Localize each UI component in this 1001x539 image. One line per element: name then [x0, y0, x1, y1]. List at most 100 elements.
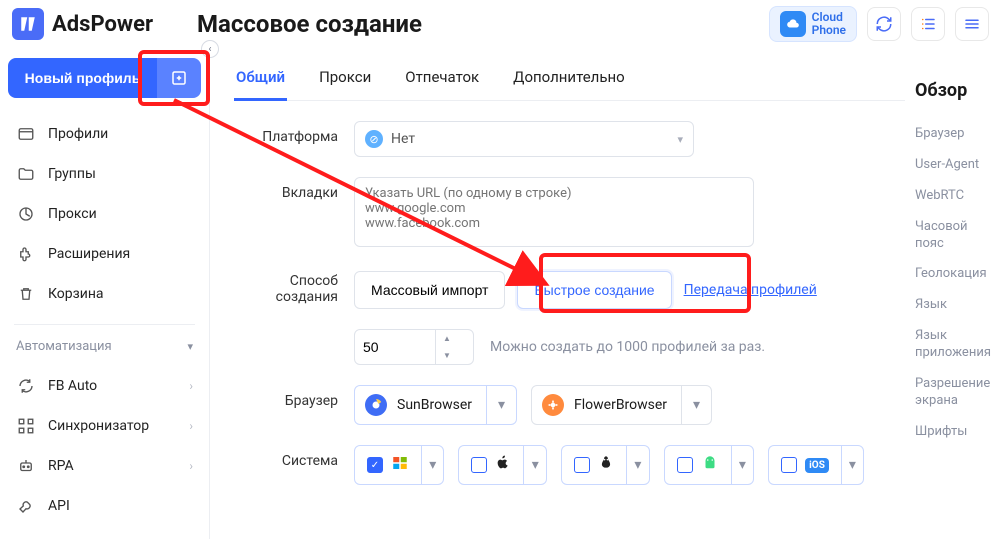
overview-item[interactable]: User-Agent	[915, 150, 993, 181]
chevron-right-icon: ›	[189, 459, 193, 473]
linux-icon	[598, 454, 614, 476]
page-title: Массовое создание	[197, 10, 422, 38]
system-label: Система	[234, 445, 354, 469]
browser-flower[interactable]: FlowerBrowser ▾	[531, 385, 712, 425]
overview-item[interactable]: Шрифты	[915, 417, 993, 448]
android-icon	[701, 454, 719, 476]
quantity-hint: Можно создать до 1000 профилей за раз.	[490, 339, 765, 355]
header: AdsPower Массовое создание Cloud Phone	[0, 0, 1001, 48]
windows-icon	[391, 454, 409, 476]
puzzle-icon	[16, 244, 36, 264]
nav-rpa[interactable]: RPA ›	[0, 446, 209, 486]
os-ios[interactable]: iOS ▾	[768, 445, 864, 485]
method-quick-create[interactable]: Быстрое создание	[517, 271, 671, 309]
overview-panel: Обзор Браузер User-Agent WebRTC Часовой …	[905, 60, 1001, 539]
tabs-url-label: Вкладки	[234, 177, 354, 201]
nav-synchronizer[interactable]: Синхронизатор ›	[0, 406, 209, 446]
overview-item[interactable]: Язык	[915, 290, 993, 321]
robot-icon	[16, 456, 36, 476]
nav-extensions[interactable]: Расширения	[0, 234, 209, 274]
cloud-phone-button[interactable]: Cloud Phone	[769, 6, 857, 42]
nav-label: API	[48, 498, 70, 514]
platform-none-icon: ⊘	[365, 130, 383, 148]
sidebar-collapse-button[interactable]: ‹	[201, 40, 219, 58]
nav-section-automation[interactable]: Автоматизация ▾	[0, 331, 209, 362]
platform-value: Нет	[391, 131, 415, 147]
overview-item[interactable]: Язык приложения	[915, 321, 993, 369]
chevron-right-icon: ›	[189, 419, 193, 433]
method-mass-import[interactable]: Массовый импорт	[354, 271, 505, 309]
quantity-stepper[interactable]: ▲ ▼	[354, 329, 474, 365]
header-actions: Cloud Phone	[769, 6, 989, 42]
new-profile-plus-button[interactable]	[157, 58, 201, 98]
os-android[interactable]: ▾	[664, 445, 754, 485]
quantity-up[interactable]: ▲	[436, 330, 458, 347]
nav-primary: Профили Группы Прокси Расширения Корзина	[0, 110, 209, 318]
nav-api[interactable]: API	[0, 486, 209, 526]
nav-label: Профили	[48, 126, 108, 142]
nav-proxy[interactable]: Прокси	[0, 194, 209, 234]
overview-item[interactable]: Разрешение экрана	[915, 369, 993, 417]
method-label: Способ создания	[234, 271, 354, 305]
wrench-icon	[16, 496, 36, 516]
sync-grid-icon	[16, 416, 36, 436]
platform-label: Платформа	[234, 121, 354, 145]
os-android-dropdown[interactable]: ▾	[731, 446, 753, 484]
os-macos[interactable]: ▾	[458, 445, 547, 485]
tabs-url-input[interactable]	[354, 177, 754, 247]
checkbox-icon	[677, 457, 693, 473]
browser-sun-dropdown[interactable]: ▾	[486, 386, 516, 424]
tabs: Общий Прокси Отпечаток Дополнительно	[234, 60, 905, 101]
os-linux[interactable]: ▾	[561, 445, 650, 485]
list-button[interactable]	[911, 7, 945, 41]
sunbrowser-icon	[365, 394, 387, 416]
nav-fb-auto[interactable]: FB Auto ›	[0, 366, 209, 406]
chevron-right-icon: ›	[189, 379, 193, 393]
checkbox-icon	[574, 457, 590, 473]
overview-item[interactable]: Браузер	[915, 119, 993, 150]
overview-item[interactable]: Геолокация	[915, 259, 993, 290]
nav-label: FB Auto	[48, 378, 97, 394]
os-windows-dropdown[interactable]: ▾	[421, 446, 443, 484]
nav-trash[interactable]: Корзина	[0, 274, 209, 314]
cloud-phone-icon	[780, 11, 806, 37]
new-profile-button[interactable]: Новый профиль	[8, 58, 157, 98]
os-windows[interactable]: ✓ ▾	[354, 445, 444, 485]
quantity-down[interactable]: ▼	[436, 347, 458, 364]
overview-item[interactable]: Часовой пояс	[915, 212, 993, 260]
menu-button[interactable]	[955, 7, 989, 41]
browser-flower-label: FlowerBrowser	[574, 397, 667, 413]
browser-sun[interactable]: SunBrowser ▾	[354, 385, 517, 425]
nav-profiles[interactable]: Профили	[0, 114, 209, 154]
nav-label: Расширения	[48, 246, 130, 262]
tab-fingerprint[interactable]: Отпечаток	[403, 60, 481, 100]
checkbox-icon	[781, 457, 797, 473]
os-ios-dropdown[interactable]: ▾	[841, 446, 863, 484]
overview-item[interactable]: WebRTC	[915, 181, 993, 212]
trash-icon	[16, 284, 36, 304]
logo-mark-icon	[12, 8, 44, 40]
transfer-profiles-link[interactable]: Передача профилей	[684, 282, 817, 298]
tab-advanced[interactable]: Дополнительно	[511, 60, 627, 100]
checkbox-icon	[471, 457, 487, 473]
nav-label: Синхронизатор	[48, 418, 149, 434]
nav-label: Группы	[48, 166, 96, 182]
window-icon	[16, 124, 36, 144]
folder-icon	[16, 164, 36, 184]
tab-proxy[interactable]: Прокси	[317, 60, 373, 100]
browser-flower-dropdown[interactable]: ▾	[681, 386, 711, 424]
checkbox-icon: ✓	[367, 457, 383, 473]
chevron-down-icon: ▾	[677, 133, 683, 146]
refresh-button[interactable]	[867, 7, 901, 41]
chevron-down-icon: ▾	[187, 340, 193, 353]
browser-sun-label: SunBrowser	[397, 397, 472, 413]
tab-general[interactable]: Общий	[234, 60, 287, 101]
os-linux-dropdown[interactable]: ▾	[626, 446, 649, 484]
quantity-input[interactable]	[355, 330, 435, 364]
nav-section-label: Автоматизация	[16, 339, 112, 354]
sidebar: ‹ Новый профиль Профили Группы Прокси Р	[0, 48, 210, 539]
os-macos-dropdown[interactable]: ▾	[523, 446, 546, 484]
platform-select[interactable]: ⊘ Нет ▾	[354, 121, 694, 157]
nav-groups[interactable]: Группы	[0, 154, 209, 194]
nav-label: Прокси	[48, 206, 97, 222]
